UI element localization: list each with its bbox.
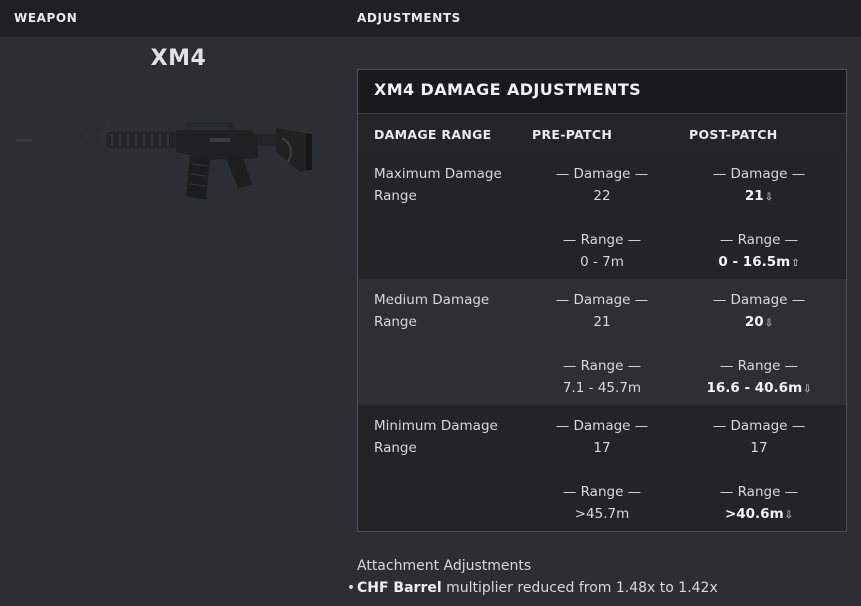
- pre-patch-damage-cell: — Damage — 22: [527, 163, 677, 207]
- pre-patch-damage-cell: — Damage — 17: [527, 415, 677, 459]
- table-row-maximum-damage-range: Maximum Damage Range — Damage — 22 — Ran…: [358, 153, 846, 279]
- post-range-value: 0 - 16.5m: [718, 254, 791, 270]
- pre-range-value: 0 - 7m: [580, 254, 624, 270]
- attachment-list-item: • CHF Barrel multiplier reduced from 1.48…: [345, 580, 718, 596]
- pre-damage-value: 21: [593, 314, 611, 330]
- pre-patch-range-cell: — Range — 0 - 7m: [527, 229, 677, 273]
- pre-patch-range-cell: — Range — 7.1 - 45.7m: [527, 355, 677, 399]
- bullet-icon: •: [346, 580, 356, 596]
- post-patch-range-cell: — Range — 0 - 16.5m⇧: [684, 229, 834, 275]
- table-row-minimum-damage-range: Minimum Damage Range — Damage — 17 — Ran…: [358, 405, 846, 531]
- pre-range-value: >45.7m: [574, 506, 630, 522]
- damage-caption: — Damage —: [555, 418, 649, 434]
- weapon-name: XM4: [150, 46, 207, 71]
- post-damage-value: 21: [744, 188, 764, 204]
- attachment-change-text: multiplier reduced from 1.48x to 1.42x: [441, 580, 718, 596]
- range-caption: — Range —: [719, 232, 799, 248]
- post-patch-damage-cell: — Damage — 20⇩: [684, 289, 834, 335]
- attachment-name: CHF Barrel: [357, 580, 442, 596]
- post-damage-value: 17: [750, 440, 768, 456]
- row-label: Minimum Damage Range: [374, 418, 498, 456]
- range-caption: — Range —: [562, 232, 642, 248]
- damage-adjustments-panel: XM4 DAMAGE ADJUSTMENTS DAMAGE RANGE PRE-…: [357, 69, 847, 532]
- damage-caption: — Damage —: [712, 292, 806, 308]
- panel-title: XM4 DAMAGE ADJUSTMENTS: [358, 70, 846, 114]
- post-patch-range-cell: — Range — >40.6m⇩: [684, 481, 834, 527]
- up-arrow-icon: ⇧: [791, 258, 800, 269]
- column-header-pre-patch: PRE-PATCH: [532, 127, 613, 142]
- pre-damage-value: 22: [593, 188, 611, 204]
- column-header-post-patch: POST-PATCH: [689, 127, 778, 142]
- weapon-column-header: WEAPON: [14, 11, 78, 25]
- row-label: Medium Damage Range: [374, 292, 490, 330]
- range-caption: — Range —: [719, 484, 799, 500]
- down-arrow-icon: ⇩: [803, 384, 812, 395]
- row-label: Maximum Damage Range: [374, 166, 502, 204]
- pre-damage-value: 17: [593, 440, 611, 456]
- post-patch-damage-cell: — Damage — 21⇩: [684, 163, 834, 209]
- post-patch-range-cell: — Range — 16.6 - 40.6m⇩: [684, 355, 834, 401]
- range-caption: — Range —: [562, 358, 642, 374]
- damage-caption: — Damage —: [555, 292, 649, 308]
- table-header: DAMAGE RANGE PRE-PATCH POST-PATCH: [358, 114, 846, 153]
- down-arrow-icon: ⇩: [784, 510, 794, 521]
- attachment-adjustments-heading: Attachment Adjustments: [357, 558, 532, 574]
- down-arrow-icon: ⇩: [764, 318, 774, 329]
- range-caption: — Range —: [719, 358, 799, 374]
- adjustments-column-header: ADJUSTMENTS: [357, 11, 461, 25]
- post-range-value: >40.6m: [724, 506, 784, 522]
- post-range-value: 16.6 - 40.6m: [706, 380, 803, 396]
- pre-range-value: 7.1 - 45.7m: [562, 380, 642, 396]
- range-caption: — Range —: [562, 484, 642, 500]
- pre-patch-range-cell: — Range — >45.7m: [527, 481, 677, 525]
- post-patch-damage-cell: — Damage — 17: [684, 415, 834, 459]
- damage-caption: — Damage —: [555, 166, 649, 182]
- column-header-damage-range: DAMAGE RANGE: [374, 127, 492, 142]
- damage-caption: — Damage —: [712, 166, 806, 182]
- post-damage-value: 20: [744, 314, 764, 330]
- assault-rifle-icon: [16, 120, 312, 200]
- pre-patch-damage-cell: — Damage — 21: [527, 289, 677, 333]
- table-row-medium-damage-range: Medium Damage Range — Damage — 21 — Rang…: [358, 279, 846, 405]
- damage-caption: — Damage —: [712, 418, 806, 434]
- down-arrow-icon: ⇩: [764, 192, 774, 203]
